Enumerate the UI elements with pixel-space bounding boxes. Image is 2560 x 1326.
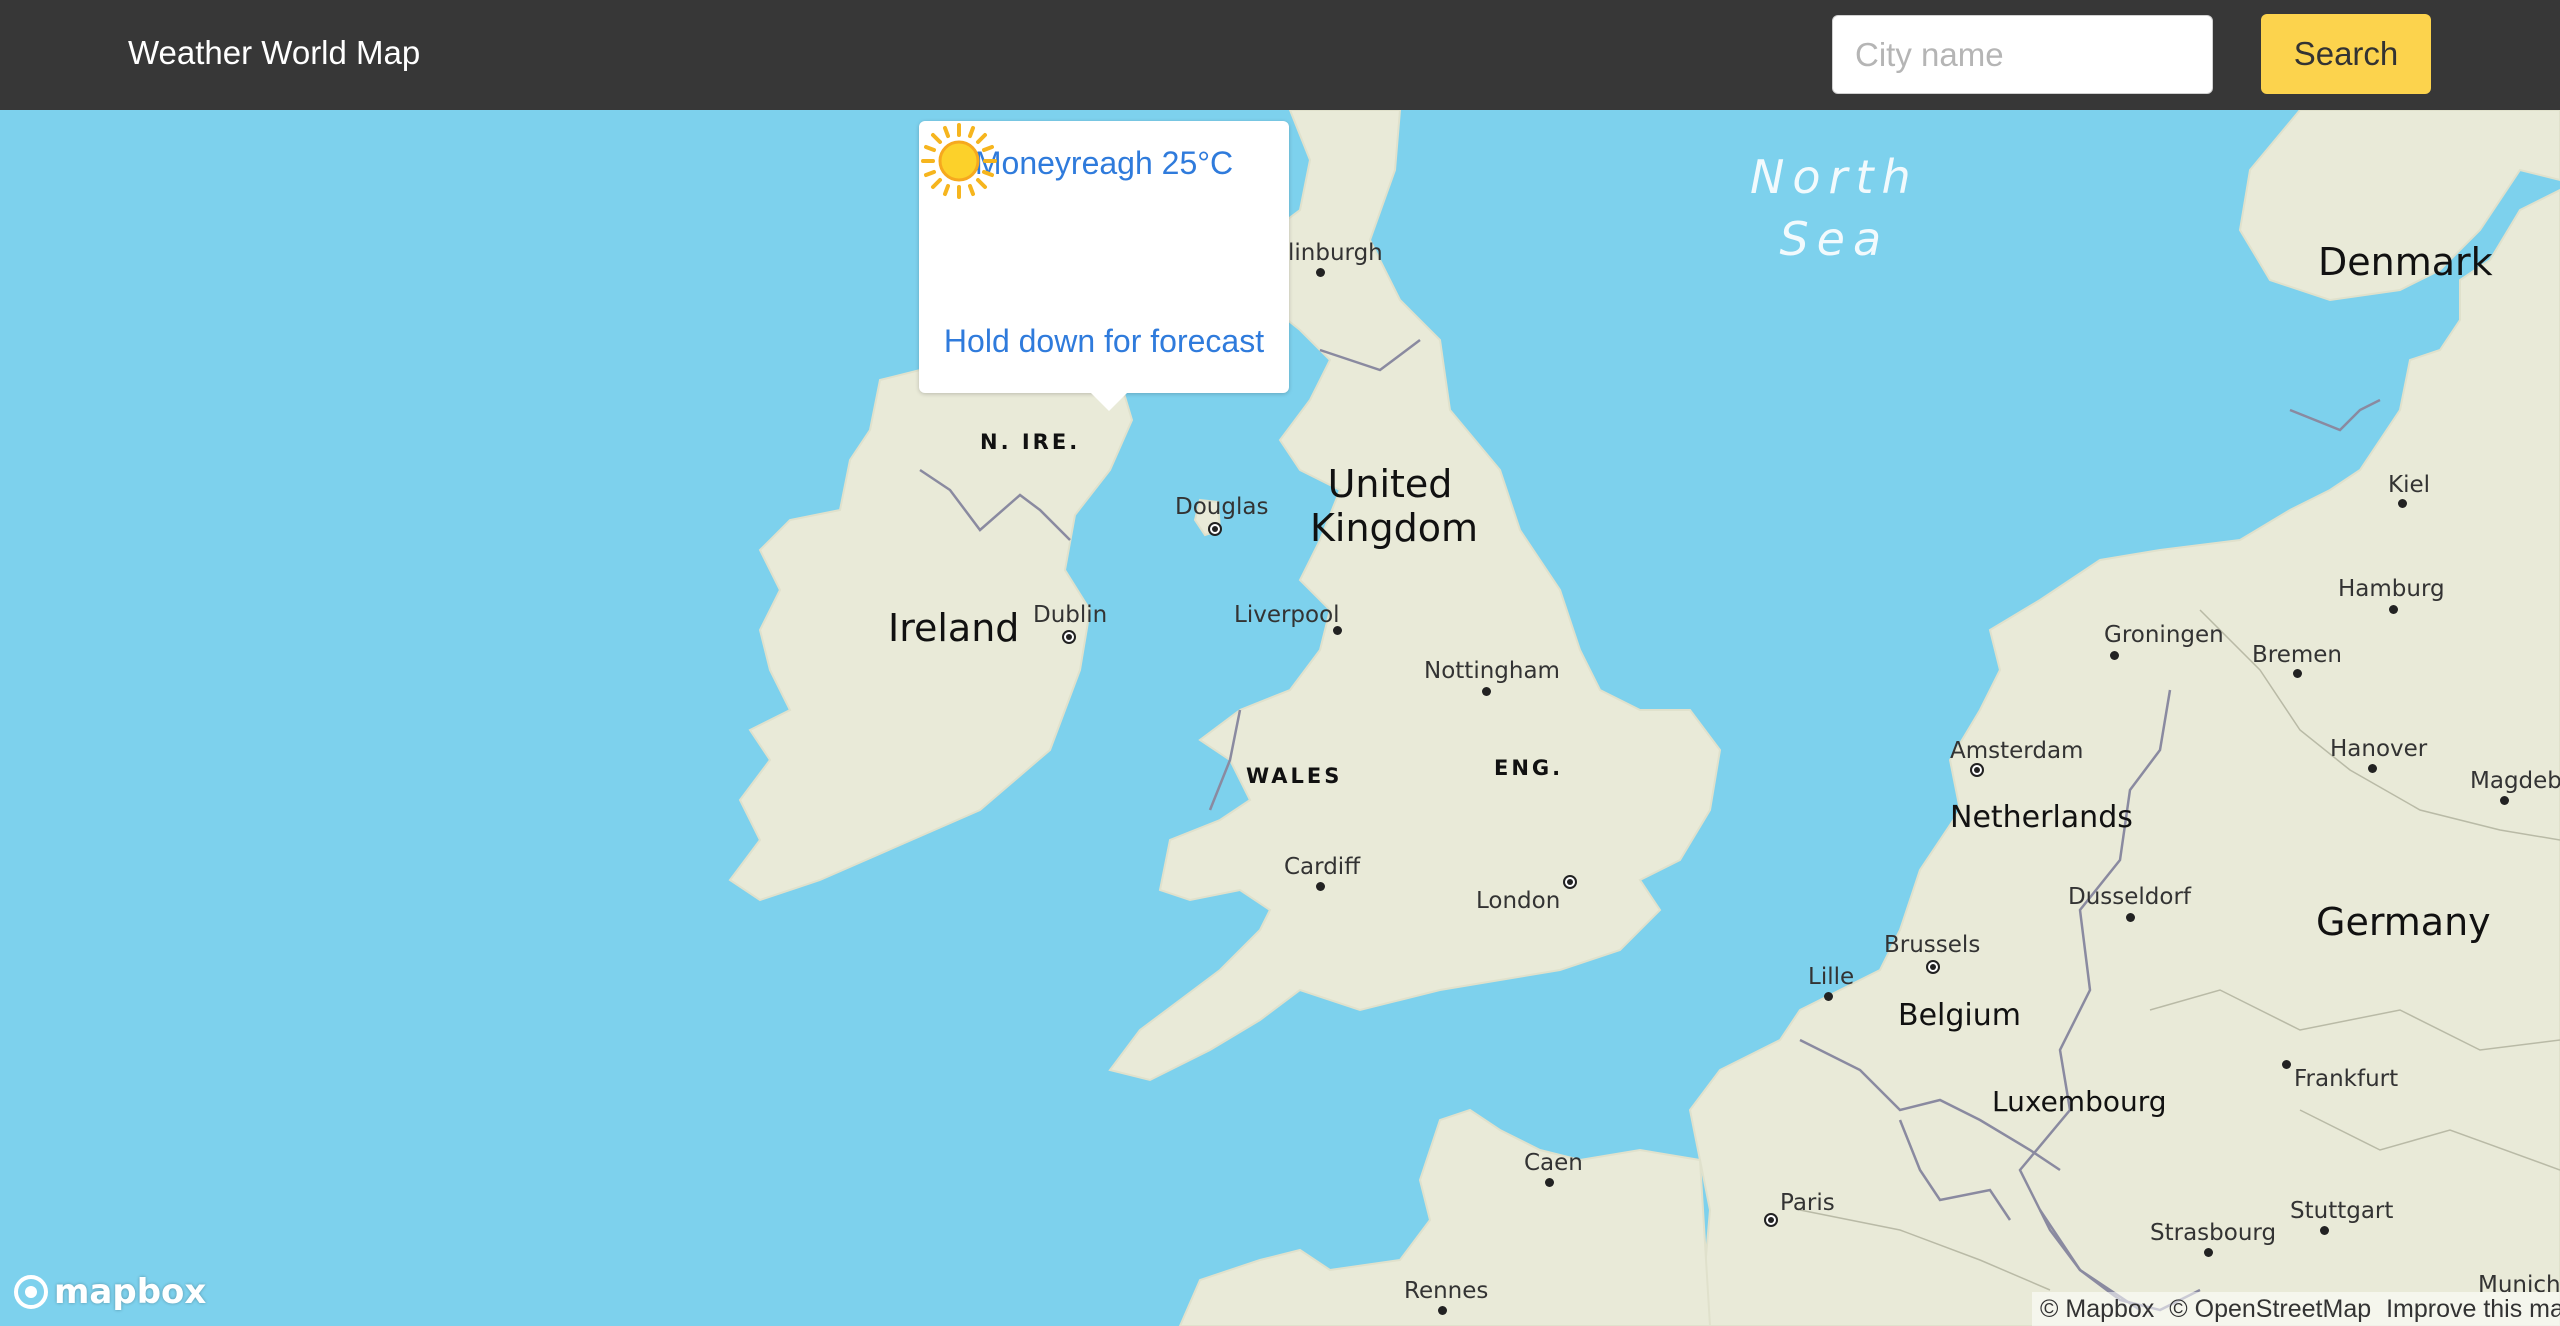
city-marker (1824, 992, 1833, 1001)
city-marker (2282, 1060, 2291, 1069)
capital-marker (1926, 960, 1940, 974)
city-label-strasbourg: Strasbourg (2150, 1220, 2277, 1246)
country-label-ireland: Ireland (888, 606, 1020, 650)
attribution-mapbox-link[interactable]: © Mapbox (2040, 1295, 2154, 1323)
city-marker (2320, 1226, 2329, 1235)
city-label-liverpool: Liverpool (1234, 602, 1340, 628)
capital-marker (1764, 1213, 1778, 1227)
city-label-london: London (1476, 888, 1561, 914)
city-marker (2126, 913, 2135, 922)
attribution-osm-link[interactable]: © OpenStreetMap (2169, 1295, 2371, 1323)
city-label-brussels: Brussels (1884, 932, 1981, 958)
city-label-paris: Paris (1780, 1190, 1835, 1216)
city-marker (1482, 687, 1491, 696)
city-label-stuttgart: Stuttgart (2290, 1198, 2394, 1224)
region-label-n-ire: N. IRE. (980, 430, 1081, 454)
sea-label-north-sea: North Sea (1750, 150, 1919, 266)
city-label-edinburgh: linburgh (1288, 240, 1383, 266)
map-canvas[interactable]: North Sea Ireland United Kingdom Netherla… (0, 110, 2560, 1326)
region-label-wales: WALES (1246, 764, 1343, 788)
city-label-amsterdam: Amsterdam (1950, 738, 2084, 764)
city-marker (2398, 499, 2407, 508)
city-label-frankfurt: Frankfurt (2294, 1066, 2399, 1092)
city-label-dublin: Dublin (1033, 602, 1108, 628)
city-marker (2389, 605, 2398, 614)
city-label-caen: Caen (1524, 1150, 1583, 1176)
city-marker (1545, 1178, 1554, 1187)
country-label-netherlands: Netherlands (1950, 800, 2133, 835)
city-label-nottingham: Nottingham (1424, 658, 1560, 684)
city-label-cardiff: Cardiff (1284, 854, 1361, 880)
capital-marker (1563, 875, 1577, 889)
region-label-eng: ENG. (1494, 756, 1564, 780)
map-attribution: © Mapbox © OpenStreetMap Improve this ma… (2032, 1292, 2560, 1326)
country-label-united-kingdom: United Kingdom (1310, 462, 1479, 550)
mapbox-logo-text: mapbox (54, 1272, 207, 1312)
city-marker (1316, 268, 1325, 277)
city-marker (2204, 1248, 2213, 1257)
mapbox-logo[interactable]: mapbox (14, 1272, 206, 1312)
city-marker (2500, 796, 2509, 805)
weather-popup[interactable]: Moneyreagh 25°C Hold down for forecast (919, 121, 1289, 411)
city-label-kiel: Kiel (2388, 472, 2431, 498)
navbar: Weather World Map Search (0, 0, 2560, 110)
city-search-input[interactable] (1832, 15, 2213, 94)
city-marker (2110, 651, 2119, 660)
attribution-improve-link[interactable]: Improve this map (2386, 1295, 2560, 1323)
capital-marker (1970, 763, 1984, 777)
city-marker (1438, 1306, 1447, 1315)
app-title[interactable]: Weather World Map (128, 34, 420, 72)
city-label-magdeburg: Magdebu (2470, 768, 2560, 794)
search-button[interactable]: Search (2261, 14, 2431, 94)
capital-marker (1208, 522, 1222, 536)
country-label-germany: Germany (2316, 900, 2491, 944)
sun-icon (921, 123, 997, 199)
country-label-luxembourg: Luxembourg (1992, 1085, 2167, 1118)
city-label-lille: Lille (1808, 964, 1855, 990)
city-label-douglas: Douglas (1175, 494, 1269, 520)
city-marker (1333, 626, 1342, 635)
capital-marker (1062, 630, 1076, 644)
city-marker (2293, 669, 2302, 678)
city-label-dusseldorf: Dusseldorf (2068, 884, 2192, 910)
popup-forecast-hint[interactable]: Hold down for forecast (919, 323, 1289, 360)
city-label-hamburg: Hamburg (2338, 576, 2445, 602)
city-marker (1316, 882, 1325, 891)
city-label-groningen: Groningen (2104, 622, 2224, 648)
country-label-denmark: Denmark (2318, 240, 2493, 284)
city-label-bremen: Bremen (2252, 642, 2343, 668)
city-marker (2368, 764, 2377, 773)
mapbox-logo-icon (14, 1275, 48, 1309)
country-label-belgium: Belgium (1898, 998, 2021, 1033)
city-label-rennes: Rennes (1404, 1278, 1489, 1304)
city-label-hanover: Hanover (2330, 736, 2428, 762)
